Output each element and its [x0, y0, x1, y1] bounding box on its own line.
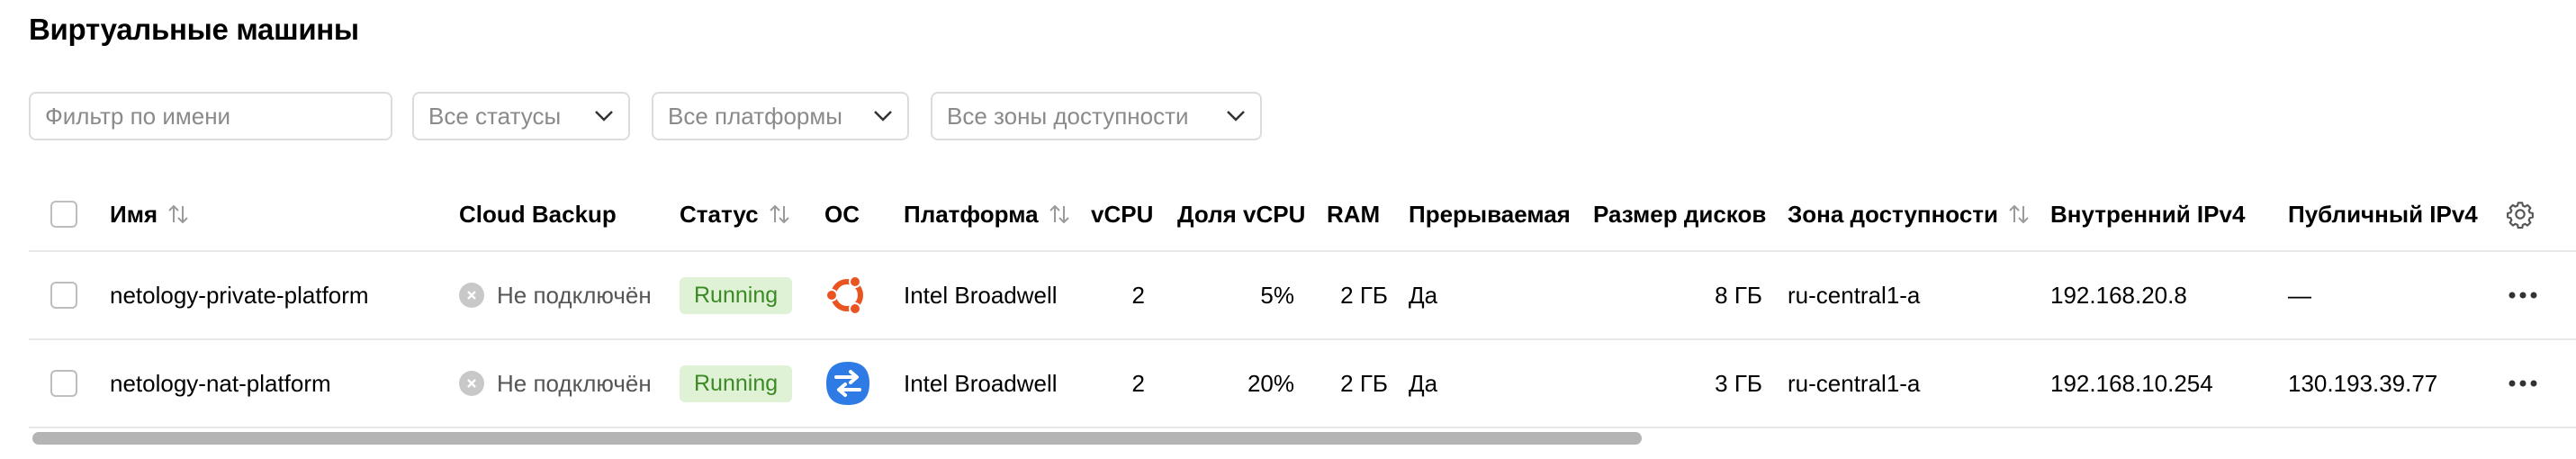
horizontal-scrollbar[interactable]	[29, 430, 2576, 446]
vcpu: 2	[1131, 369, 1145, 397]
close-circle-icon	[459, 283, 484, 308]
status-filter-value: Все статусы	[428, 102, 562, 130]
os-cell	[824, 340, 871, 427]
backup-status: Не подключён	[459, 252, 652, 338]
gear-icon[interactable]	[2506, 200, 2535, 229]
vcpu-share: 5%	[1260, 281, 1294, 309]
column-label: ОС	[824, 200, 860, 228]
zone-filter-select[interactable]: Все зоны доступности	[931, 92, 1262, 140]
column-header-backup: Cloud Backup	[459, 178, 617, 250]
zone-filter-value: Все зоны доступности	[947, 102, 1189, 130]
platform: Intel Broadwell	[904, 281, 1058, 309]
row-select-cell	[50, 340, 77, 427]
os-cell	[824, 252, 869, 338]
column-header-os: ОС	[824, 178, 860, 250]
column-label: Внутренний IPv4	[2050, 200, 2246, 228]
chevron-down-icon	[1227, 111, 1245, 122]
page-title: Виртуальные машины	[29, 13, 359, 46]
zone: ru-central1-a	[1788, 281, 1921, 309]
column-header-vcpu-share: Доля vCPU	[1177, 178, 1305, 250]
chevron-down-icon	[595, 111, 613, 122]
row-actions[interactable]	[2508, 340, 2538, 427]
public-ip: —	[2288, 281, 2311, 309]
vcpu-share: 20%	[1247, 369, 1294, 397]
sort-icon[interactable]	[2007, 202, 2031, 226]
column-header-preemptible: Прерываемая	[1409, 178, 1571, 250]
internal-ip: 192.168.20.8	[2050, 281, 2187, 309]
column-label: Статус	[680, 200, 759, 228]
row-actions[interactable]	[2508, 252, 2538, 338]
public-ip: 130.193.39.77	[2288, 369, 2438, 397]
column-label: Публичный IPv4	[2288, 200, 2478, 228]
vcpu: 2	[1131, 281, 1145, 309]
row-select-cell	[50, 252, 77, 338]
backup-status-text: Не подключён	[497, 281, 652, 309]
status-badge: Running	[680, 276, 793, 314]
select-all-checkbox[interactable]	[50, 201, 77, 228]
ubuntu-icon	[825, 275, 863, 315]
sort-icon[interactable]	[768, 202, 791, 226]
column-label: Доля vCPU	[1177, 200, 1306, 228]
vm-table: Имя Cloud Backup Статус ОС Платформа vCP…	[29, 178, 2576, 428]
column-label: Cloud Backup	[459, 200, 617, 228]
internal-ip: 192.168.10.254	[2050, 369, 2213, 397]
select-all-cell	[50, 178, 77, 250]
column-header-zone[interactable]: Зона доступности	[1788, 178, 2031, 250]
column-header-platform[interactable]: Платформа	[904, 178, 1071, 250]
table-header-row: Имя Cloud Backup Статус ОС Платформа vCP…	[29, 178, 2576, 252]
column-header-ram: RAM	[1327, 178, 1380, 250]
ram: 2 ГБ	[1340, 369, 1388, 397]
vm-name[interactable]: netology-private-platform	[110, 252, 369, 338]
sort-icon[interactable]	[1048, 202, 1071, 226]
more-icon[interactable]	[2508, 379, 2538, 388]
vm-name[interactable]: netology-nat-platform	[110, 340, 331, 427]
column-label: Размер дисков	[1593, 200, 1767, 228]
column-settings[interactable]	[2506, 178, 2535, 250]
column-label: vCPU	[1091, 200, 1154, 228]
platform: Intel Broadwell	[904, 369, 1058, 397]
column-header-vcpu: vCPU	[1091, 178, 1153, 250]
name-filter-input[interactable]: Фильтр по имени	[29, 92, 392, 140]
scrollbar-thumb[interactable]	[32, 432, 1642, 445]
column-label: Зона доступности	[1788, 200, 1999, 228]
platform-filter-select[interactable]: Все платформы	[652, 92, 909, 140]
preemptible: Да	[1409, 369, 1438, 397]
nat-instance-icon	[826, 362, 869, 405]
zone: ru-central1-a	[1788, 369, 1921, 397]
column-header-internal-ip: Внутренний IPv4	[2050, 178, 2245, 250]
status-cell: Running	[680, 252, 793, 338]
table-row[interactable]: netology-private-platform Не подключён R…	[29, 252, 2576, 340]
status-filter-select[interactable]: Все статусы	[412, 92, 630, 140]
close-circle-icon	[459, 371, 484, 396]
status-cell: Running	[680, 340, 793, 427]
status-badge: Running	[680, 364, 793, 402]
name-filter-placeholder: Фильтр по имени	[45, 102, 231, 130]
column-label: Имя	[110, 200, 158, 228]
column-label: Прерываемая	[1409, 200, 1571, 228]
row-checkbox[interactable]	[50, 282, 77, 309]
backup-status-text: Не подключён	[497, 369, 652, 397]
more-icon[interactable]	[2508, 291, 2538, 300]
table-row[interactable]: netology-nat-platform Не подключён Runni…	[29, 340, 2576, 428]
preemptible: Да	[1409, 281, 1438, 309]
column-header-public-ip: Публичный IPv4	[2288, 178, 2478, 250]
row-checkbox[interactable]	[50, 370, 77, 397]
chevron-down-icon	[874, 111, 892, 122]
column-header-disk-size: Размер дисков	[1593, 178, 1766, 250]
column-label: Платформа	[904, 200, 1039, 228]
column-header-name[interactable]: Имя	[110, 178, 190, 250]
disk-size: 8 ГБ	[1715, 281, 1762, 309]
column-label: RAM	[1327, 200, 1381, 228]
disk-size: 3 ГБ	[1715, 369, 1762, 397]
column-header-status[interactable]: Статус	[680, 178, 791, 250]
platform-filter-value: Все платформы	[668, 102, 842, 130]
sort-icon[interactable]	[167, 202, 190, 226]
backup-status: Не подключён	[459, 340, 652, 427]
ram: 2 ГБ	[1340, 281, 1388, 309]
